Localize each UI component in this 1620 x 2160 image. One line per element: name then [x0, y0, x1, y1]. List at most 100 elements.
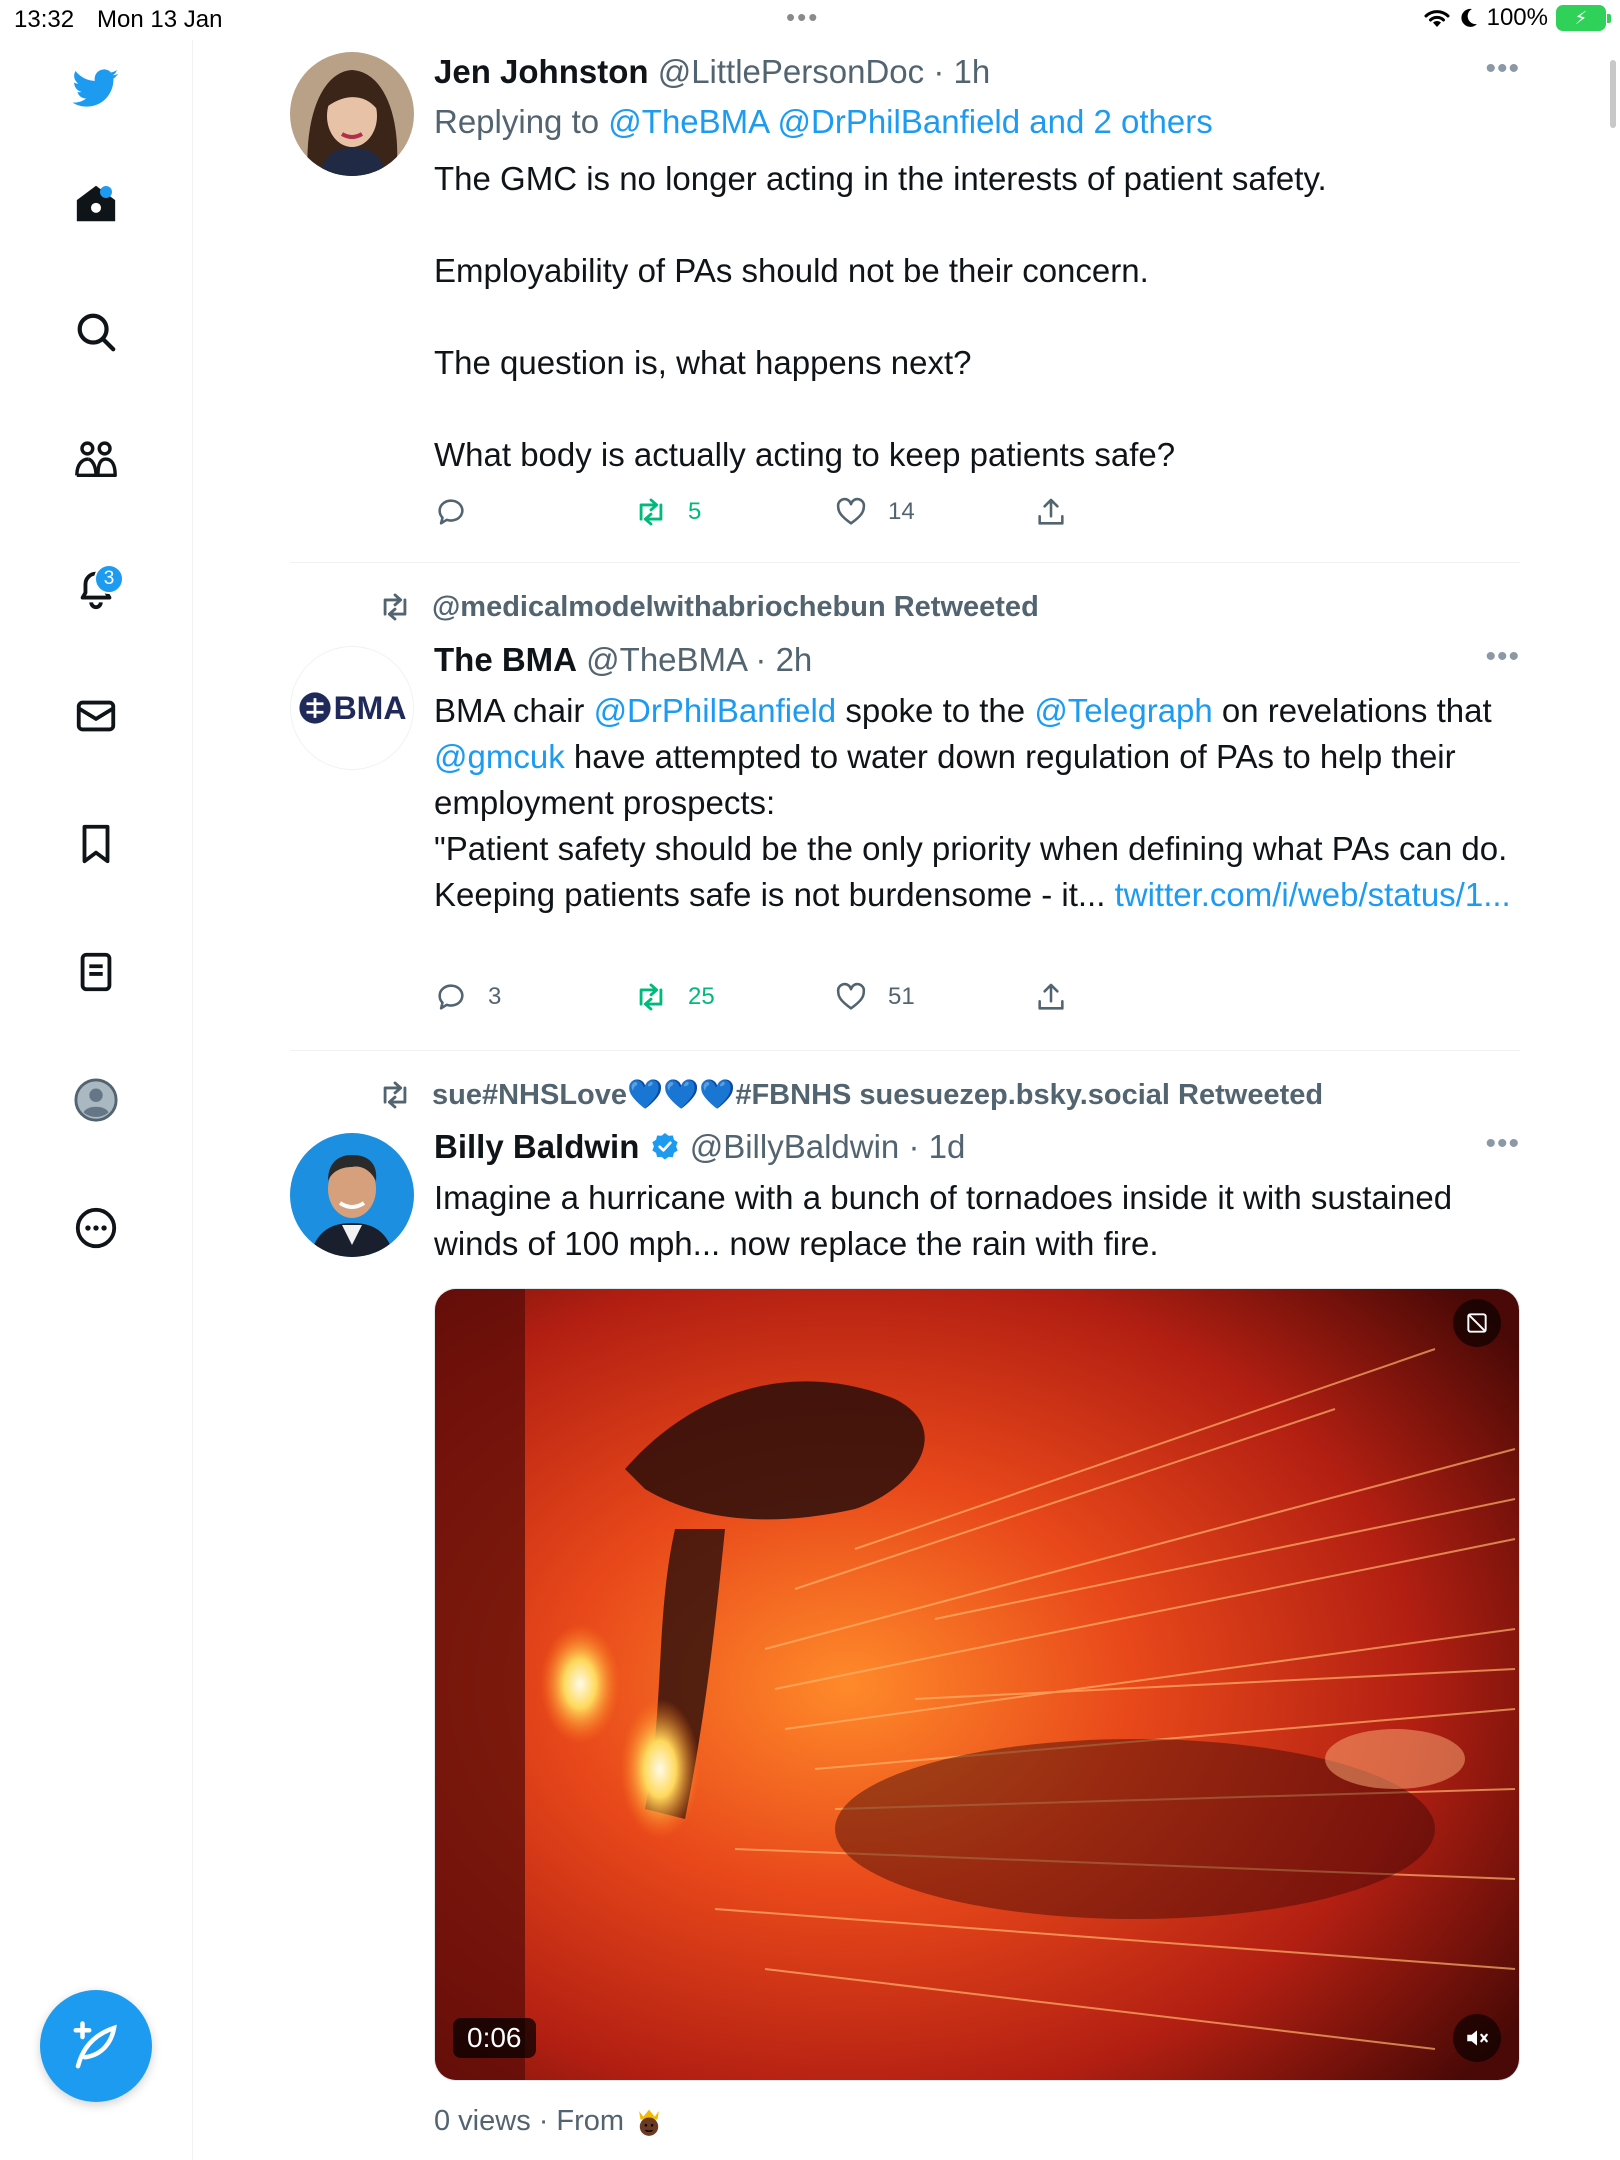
twitter-logo-icon[interactable]: [60, 52, 132, 124]
reply-count: 3: [488, 983, 502, 1010]
home-icon: [76, 185, 116, 222]
like-button[interactable]: 14: [834, 495, 1034, 529]
bookmark-icon: [82, 824, 110, 864]
heart-icon: [836, 982, 866, 1010]
nav-notifications[interactable]: 3: [60, 552, 132, 624]
tweet-more-button[interactable]: •••: [1485, 52, 1520, 86]
nav-communities[interactable]: [60, 424, 132, 496]
nav-profile[interactable]: [60, 1064, 132, 1136]
tweet-actions: 3 25 51: [434, 980, 1234, 1014]
nav-bookmarks[interactable]: [60, 808, 132, 880]
tweet-billy-baldwin[interactable]: sue#NHSLove💙💙💙#FBNHS suesuezep.bsky.soci…: [290, 1078, 1520, 2158]
tweet-divider: [290, 562, 1520, 563]
like-count: 51: [888, 983, 915, 1010]
from-label: · From: [538, 2104, 625, 2137]
retweeted-by[interactable]: @medicalmodelwithabriochebun Retweeted: [378, 590, 1039, 624]
share-icon: [1038, 983, 1064, 1010]
retweeted-by-label: sue#NHSLove💙💙💙#FBNHS suesuezep.bsky.soci…: [432, 1079, 1324, 1111]
retweet-count: 25: [688, 983, 715, 1010]
status-indicators: 100% ⚡: [1423, 4, 1611, 32]
battery-charging-icon: ⚡: [1556, 5, 1611, 31]
reply-icon: [438, 984, 464, 1010]
tweet-actions: 5 14: [434, 495, 1234, 529]
author-handle[interactable]: @BillyBaldwin: [690, 1128, 900, 1165]
nav-lists[interactable]: [60, 936, 132, 1008]
tweet-text-part: have attempted to water down regulation …: [434, 738, 1456, 821]
tweet-paragraph: Employability of PAs should not be their…: [434, 252, 1149, 289]
tweet-url-link[interactable]: twitter.com/i/web/status/1...: [1115, 876, 1511, 913]
replying-to-users[interactable]: @TheBMA @DrPhilBanfield and 2 others: [608, 103, 1212, 140]
battery-percent: 100%: [1486, 4, 1548, 31]
home-unread-dot: [100, 186, 112, 198]
sensitive-media-button[interactable]: [1453, 1299, 1501, 1347]
tweet-more-button[interactable]: •••: [1485, 1127, 1520, 1161]
retweeted-by-label: @medicalmodelwithabriochebun Retweeted: [432, 590, 1039, 623]
nav-messages[interactable]: [60, 680, 132, 752]
reply-button[interactable]: [434, 495, 634, 529]
retweet-icon: [383, 593, 407, 621]
mention-link[interactable]: @Telegraph: [1034, 692, 1212, 729]
moon-icon: [1461, 8, 1477, 27]
replying-to-label: Replying to: [434, 103, 600, 140]
author-handle[interactable]: @TheBMA: [586, 641, 746, 678]
avatar[interactable]: [290, 1133, 414, 1257]
mail-icon: [76, 700, 116, 732]
tweet-time[interactable]: · 1d: [908, 1128, 965, 1165]
profile-avatar-icon: [74, 1078, 118, 1122]
verified-badge-icon: [651, 1133, 678, 1160]
tweet-text: BMA chair @DrPhilBanfield spoke to the @…: [434, 688, 1520, 918]
tweet-header: Billy Baldwin @BillyBaldwin · 1d: [434, 1127, 1520, 1167]
tweet-header: Jen Johnston @LittlePersonDoc · 1h: [434, 52, 1520, 92]
mention-link[interactable]: @gmcuk: [434, 738, 565, 775]
retweet-count: 5: [688, 498, 702, 525]
author-name[interactable]: Jen Johnston: [434, 53, 649, 90]
media-settings-icon: [1467, 1313, 1487, 1333]
retweet-icon: [383, 1081, 407, 1109]
scrollbar-thumb[interactable]: [1610, 60, 1616, 128]
like-count: 14: [888, 498, 915, 525]
tweet-time[interactable]: · 2h: [755, 641, 812, 678]
avatar[interactable]: [290, 52, 414, 176]
video-views: 0 views · From: [434, 2104, 666, 2138]
reply-button[interactable]: 3: [434, 980, 634, 1014]
author-handle[interactable]: @LittlePersonDoc: [658, 53, 924, 90]
bma-logo-icon: [298, 692, 331, 724]
status-bar: 13:32 Mon 13 Jan ••• 100% ⚡: [0, 0, 1620, 40]
video-frame: [435, 1289, 1519, 2080]
tweet-text: The GMC is no longer acting in the inter…: [434, 156, 1520, 478]
avatar-logo-text: BMA: [333, 689, 407, 726]
heart-icon: [836, 497, 866, 525]
retweeted-by[interactable]: sue#NHSLove💙💙💙#FBNHS suesuezep.bsky.soci…: [378, 1078, 1323, 1112]
tweet-text-part: BMA chair: [434, 692, 594, 729]
share-button[interactable]: [1034, 495, 1234, 529]
mention-link[interactable]: @DrPhilBanfield: [594, 692, 837, 729]
retweet-icon: [639, 498, 663, 526]
sidebar-nav: 3: [0, 40, 193, 2160]
source-king-emoji-icon: [639, 2109, 659, 2136]
author-name[interactable]: The BMA: [434, 641, 577, 678]
retweet-button[interactable]: 5: [634, 495, 834, 529]
like-button[interactable]: 51: [834, 980, 1034, 1014]
tweet-more-button[interactable]: •••: [1485, 640, 1520, 674]
mute-button[interactable]: [1453, 2014, 1501, 2062]
tweet-video[interactable]: 0:06: [434, 1288, 1520, 2081]
author-name[interactable]: Billy Baldwin: [434, 1128, 639, 1165]
view-count: 0 views: [434, 2104, 531, 2137]
multitasking-handle[interactable]: •••: [786, 2, 819, 33]
tweet-the-bma[interactable]: @medicalmodelwithabriochebun Retweeted B…: [290, 590, 1520, 1040]
nav-explore[interactable]: [60, 296, 132, 368]
avatar[interactable]: BMA: [290, 646, 414, 770]
retweet-button[interactable]: 25: [634, 980, 834, 1014]
replying-to: Replying to @TheBMA @DrPhilBanfield and …: [434, 100, 1520, 144]
tweet-jen-johnston[interactable]: Jen Johnston @LittlePersonDoc · 1h ••• R…: [290, 52, 1520, 532]
nav-home[interactable]: [60, 168, 132, 240]
compose-tweet-button[interactable]: [40, 1990, 152, 2102]
tweet-text-part: spoke to the: [836, 692, 1035, 729]
video-duration: 0:06: [453, 2018, 536, 2058]
tweet-text: Imagine a hurricane with a bunch of torn…: [434, 1179, 1453, 1262]
tweet-divider: [290, 1050, 1520, 1051]
tweet-time[interactable]: · 1h: [933, 53, 990, 90]
search-icon: [77, 313, 116, 352]
nav-more[interactable]: [60, 1192, 132, 1264]
share-button[interactable]: [1034, 980, 1234, 1014]
